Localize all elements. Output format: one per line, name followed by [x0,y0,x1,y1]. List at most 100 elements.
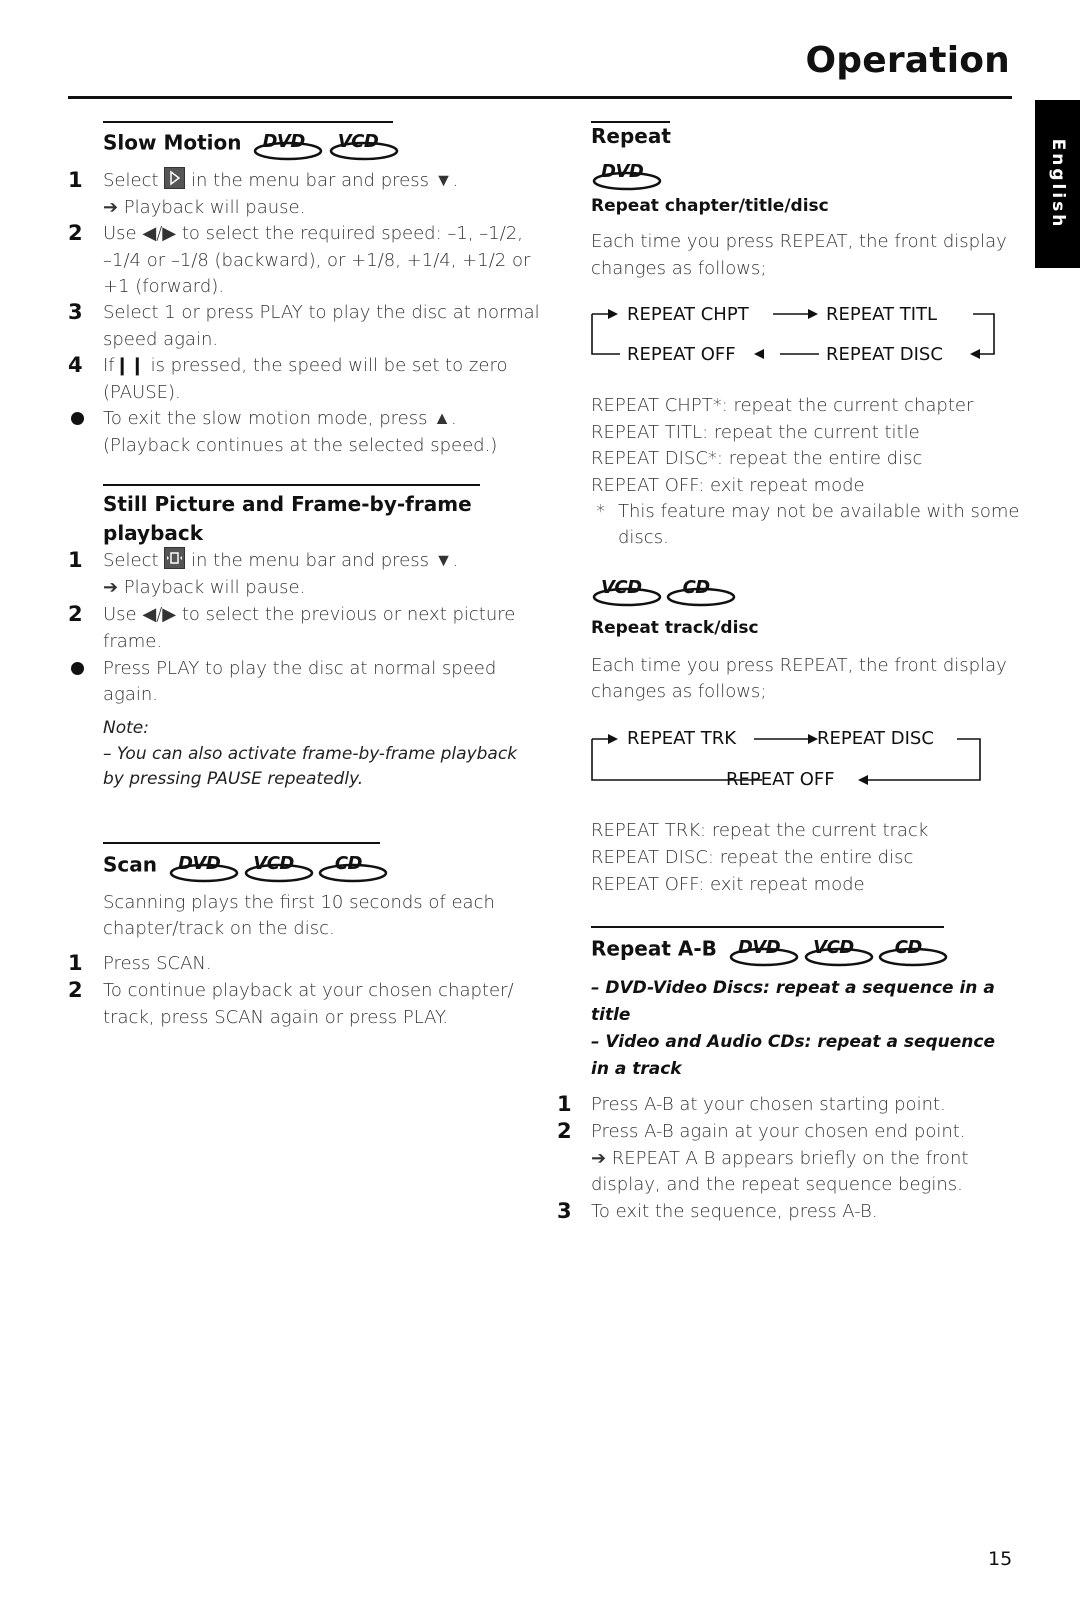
step-text: Select in the menu bar and press ▼. [103,167,458,194]
subsection-intro: Each time you press REPEAT, the front di… [591,655,1007,676]
step-number: 1 [68,168,83,192]
note-text: – You can also activate frame-by-frame p… [103,744,518,764]
cd-disc-logo-icon: CD [665,573,735,607]
page-number: 15 [988,1548,1013,1570]
dvd-disc-logo-icon: DVD [252,127,323,161]
section-title-scan: Scan DVD VCD CD [103,849,388,883]
section-title-repeat: Repeat [591,124,671,148]
section-title-slow-motion: Slow Motion DVD VCD [103,127,398,161]
step-text: +1 (forward). [103,276,225,297]
section-rule [591,926,944,928]
legend-line: REPEAT TITL: repeat the current title [591,422,920,443]
step-number: 2 [68,221,83,245]
step-number: 1 [68,548,83,572]
diagram-state: REPEAT OFF [627,344,736,365]
diagram-state: REPEAT TRK [627,728,737,749]
subsection-intro: changes as follows; [591,681,767,702]
section-title-still-picture-cont: playback [103,521,204,545]
slow-motion-icon [164,167,186,189]
ab-note: title [591,1005,631,1025]
section-title-text: Repeat A-B [591,936,717,961]
subsection-intro: changes as follows; [591,258,767,279]
step-text: Use ◀/▶ to select the required speed: –1… [103,223,523,244]
section-rule [103,484,480,486]
note-text: by pressing PAUSE repeatedly. [103,769,364,789]
dvd-disc-logo-icon: DVD [591,157,662,191]
step-text: track, press SCAN again or press PLAY. [103,1007,449,1028]
page-title: Operation [805,40,1010,81]
diagram-state: REPEAT CHPT [627,304,749,325]
vcd-disc-logo-icon: VCD [243,849,314,883]
diagram-state: REPEAT OFF [726,769,835,790]
legend-line: REPEAT OFF: exit repeat mode [591,475,865,496]
step-text: If❙❙ is pressed, the speed will be set t… [103,355,508,376]
step-number: 1 [557,1092,572,1116]
section-rule [103,121,393,123]
diagram-state: REPEAT DISC [817,728,934,749]
step-text: Press A-B at your chosen starting point. [591,1094,946,1115]
bullet-text: again. [103,684,158,705]
bullet-text: To exit the slow motion mode, press ▲. [103,408,457,429]
footnote-text: discs. [618,527,669,548]
header-rule [68,96,1012,99]
repeat-vcd-cd-logos: VCD CD [587,573,735,607]
frame-by-frame-icon [164,547,186,569]
bullet-icon [71,662,84,675]
cd-disc-logo-icon: CD [877,933,947,967]
diagram-state: REPEAT DISC [826,344,943,365]
step-text: speed again. [103,329,219,350]
dvd-disc-logo-icon: DVD [168,849,239,883]
legend-line: REPEAT DISC: repeat the entire disc [591,847,914,868]
section-intro: Scanning plays the first 10 seconds of e… [103,892,495,913]
section-title-repeat-ab: Repeat A-B DVD VCD CD [591,933,947,967]
section-intro: chapter/track on the disc. [103,918,335,939]
step-text: –1/4 or –1/8 (backward), or +1/8, +1/4, … [103,250,531,271]
note-label: Note: [103,718,149,738]
subsection-title: Repeat track/disc [591,618,759,638]
footnote-mark: * [596,501,605,522]
language-tab: English [1035,100,1080,268]
step-text: frame. [103,631,163,652]
section-title-text: Scan [103,852,157,877]
footnote-text: This feature may not be available with s… [618,501,1020,522]
legend-line: REPEAT TRK: repeat the current track [591,820,929,841]
step-text: Select in the menu bar and press ▼. [103,547,458,574]
vcd-disc-logo-icon: VCD [328,127,398,161]
step-number: 1 [68,951,83,975]
repeat-dvd-logo: DVD [587,157,662,191]
step-number: 2 [557,1119,572,1143]
step-number: 3 [557,1199,572,1223]
subsection-title: Repeat chapter/title/disc [591,196,829,216]
legend-line: REPEAT DISC*: repeat the entire disc [591,448,923,469]
step-text: To exit the sequence, press A-B. [591,1201,878,1222]
step-result: ➔ Playback will pause. [103,197,306,218]
step-number: 2 [68,602,83,626]
step-result: ➔ Playback will pause. [103,577,306,598]
section-title-text: Slow Motion [103,130,242,155]
step-number: 3 [68,300,83,324]
step-text: Select 1 or press PLAY to play the disc … [103,302,540,323]
ab-note: – DVD-Video Discs: repeat a sequence in … [591,978,995,998]
pause-icon: ❙❙ [114,355,145,376]
step-text: Press SCAN. [103,953,212,974]
language-tab-label: English [1047,138,1068,230]
step-text: Press A-B again at your chosen end point… [591,1121,966,1142]
step-number: 4 [68,353,83,377]
bullet-text: Press PLAY to play the disc at normal sp… [103,658,497,679]
step-result: ➔ REPEAT A B appears briefly on the fron… [591,1148,969,1169]
step-result: display, and the repeat sequence begins. [591,1174,963,1195]
diagram-state: REPEAT TITL [826,304,938,325]
ab-note: – Video and Audio CDs: repeat a sequence [591,1032,996,1052]
vcd-disc-logo-icon: VCD [803,933,874,967]
section-rule [103,842,380,844]
vcd-disc-logo-icon: VCD [591,573,662,607]
step-number: 2 [68,978,83,1002]
bullet-text: (Playback continues at the selected spee… [103,435,498,456]
section-title-still-picture: Still Picture and Frame-by-frame [103,492,472,516]
legend-line: REPEAT CHPT*: repeat the current chapter [591,395,974,416]
subsection-intro: Each time you press REPEAT, the front di… [591,231,1007,252]
ab-note: in a track [591,1059,682,1079]
bullet-icon [71,412,84,425]
cd-disc-logo-icon: CD [317,849,388,883]
dvd-disc-logo-icon: DVD [728,933,799,967]
